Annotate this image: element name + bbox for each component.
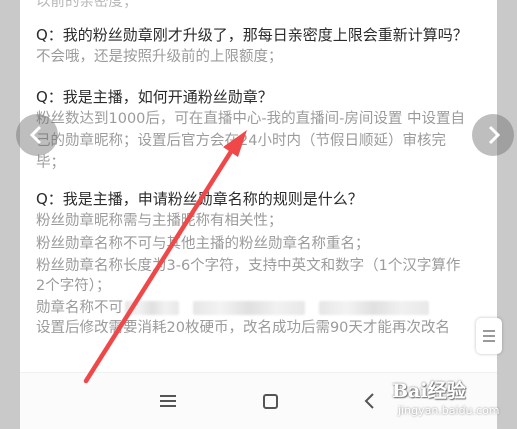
faq-answer-3-line-2: 粉丝勋章名称不可与其他主播的粉丝勋章名称重名； <box>36 236 370 252</box>
phone-screen: 以前的亲密度； Q：我的粉丝勋章刚才升级了，那每日亲密度上限会重新计算吗？ 不会… <box>20 0 497 429</box>
faq-answer-3-line-3: 粉丝勋章名称长度为3-6个字符，支持中英文和数字（1个汉字算作 <box>36 258 461 274</box>
watermark: Bai经验 jingyan.baidu.com <box>392 372 512 424</box>
redacted-text <box>125 301 179 315</box>
back-icon[interactable] <box>356 387 384 415</box>
watermark-url: jingyan.baidu.com <box>398 404 500 417</box>
home-icon[interactable] <box>256 387 284 415</box>
faq-answer-3-line-1: 粉丝勋章昵称需与主播昵称有相关性； <box>36 213 283 229</box>
faq-answer-3-line-6: 设置后修改需要消耗20枚硬币，改名成功后需90天才能再次改名 <box>36 320 450 336</box>
answer-line-partial: 以前的亲密度； <box>36 0 138 10</box>
menu-icon[interactable] <box>154 387 182 415</box>
scroll-handle-icon[interactable] <box>476 318 502 354</box>
faq-answer-3-line-5: 勋章名称不可 <box>36 298 429 318</box>
faq-answer-2-line-1: 粉丝数达到1000后，可在直播中心-我的直播间-房间设置 中设置自 <box>36 111 465 127</box>
redacted-text <box>319 301 429 315</box>
faq-question-2: Q：我是主播，如何开通粉丝勋章？ <box>36 88 273 106</box>
chevron-left-icon[interactable] <box>16 114 58 156</box>
watermark-brand: Bai经验 <box>392 380 466 402</box>
faq-answer-1-line-1: 不会哦，还是按照升级前的上限额度； <box>36 49 283 65</box>
faq-question-1: Q：我的粉丝勋章刚才升级了，那每日亲密度上限会重新计算吗？ <box>36 26 468 44</box>
faq-answer-2-line-2: 己的勋章昵称；设置后官方会在24小时内（节假日顺延）审核完 <box>36 133 446 149</box>
faq-question-3: Q：我是主播，申请粉丝勋章名称的规则是什么？ <box>36 190 363 208</box>
redacted-text <box>193 301 305 315</box>
faq-answer-3-line-5-text: 勋章名称不可 <box>36 300 123 316</box>
faq-answer-3-line-4: 2个字符）； <box>36 278 111 294</box>
faq-answer-2-line-3: 毕； <box>36 155 65 171</box>
chevron-right-icon[interactable] <box>472 114 514 156</box>
